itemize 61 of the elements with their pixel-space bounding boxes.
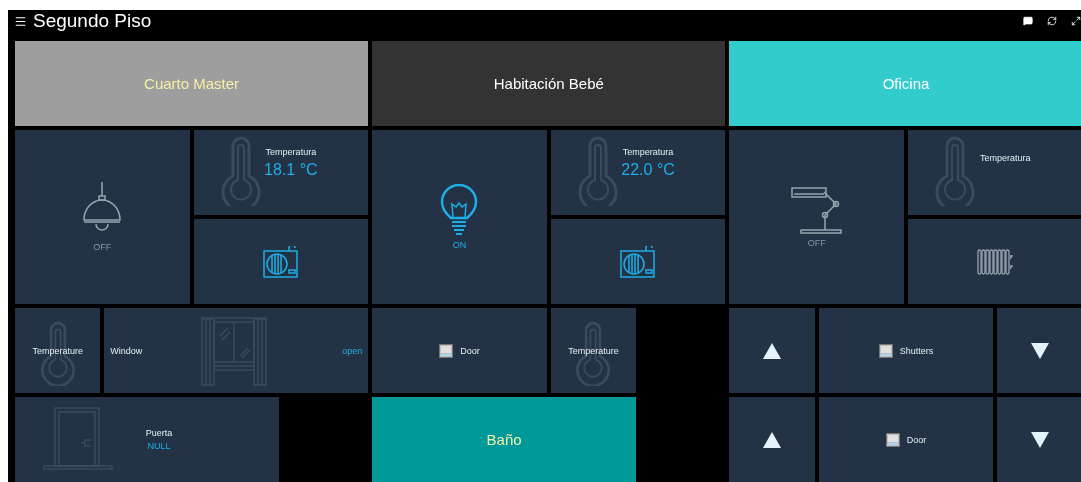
- down-triangle-icon: [1030, 431, 1049, 448]
- down-button[interactable]: [997, 397, 1081, 482]
- door-drawing: [43, 406, 113, 470]
- blind-control-tile[interactable]: Door: [372, 308, 547, 393]
- blind-label: Door: [460, 345, 480, 356]
- fullscreen-icon[interactable]: [1071, 16, 1081, 26]
- climate-tile[interactable]: [193, 219, 369, 304]
- desk-lamp-icon: [790, 186, 843, 234]
- room-name: Habitación Bebé: [493, 75, 604, 92]
- blind-label: Door: [906, 434, 927, 445]
- up-triangle-icon: [763, 342, 781, 359]
- light-bulb-icon: [440, 184, 479, 236]
- light-switch-tile[interactable]: ON: [372, 130, 547, 304]
- temperature-tile[interactable]: Temperature: [15, 308, 101, 393]
- climate-tile[interactable]: [907, 219, 1081, 304]
- door-sensor-tile[interactable]: Puerta NULL: [15, 397, 279, 482]
- room-name: Baño: [486, 431, 522, 448]
- up-button[interactable]: [729, 397, 815, 482]
- chat-icon[interactable]: [1023, 16, 1033, 26]
- temperature-tile[interactable]: Temperatura 22.0 °C: [550, 130, 726, 215]
- room-tile[interactable]: Habitación Bebé: [372, 41, 726, 126]
- up-button[interactable]: [729, 308, 815, 393]
- window-curtain-drawing: [200, 316, 269, 386]
- blind-icon: [885, 432, 900, 447]
- blind-label: Shutters: [899, 345, 934, 356]
- air-conditioner-icon: [262, 245, 299, 278]
- window-label: Window: [110, 345, 143, 356]
- blind-control-tile[interactable]: Shutters: [818, 308, 994, 393]
- temperature-label: Temperature: [32, 345, 83, 356]
- radiator-icon: [977, 247, 1014, 276]
- light-status: ON: [452, 240, 467, 250]
- refresh-icon[interactable]: [1047, 16, 1057, 26]
- window-tile[interactable]: Window open: [104, 308, 369, 393]
- light-status: OFF: [93, 242, 112, 252]
- down-triangle-icon: [1030, 342, 1049, 359]
- temperature-tile[interactable]: Temperatura: [907, 130, 1081, 215]
- room-name: Oficina: [882, 75, 930, 92]
- light-switch-tile[interactable]: OFF: [15, 130, 190, 304]
- temperature-label: Temperatura: [622, 146, 674, 157]
- menu-icon[interactable]: [14, 14, 27, 28]
- temperature-label: Temperature: [568, 345, 619, 356]
- blind-icon: [878, 343, 893, 358]
- room-name: Cuarto Master: [144, 75, 240, 92]
- air-conditioner-icon: [620, 245, 657, 278]
- blind-icon: [439, 343, 454, 358]
- temperature-tile[interactable]: Temperature: [550, 308, 637, 393]
- blind-control-tile[interactable]: Door: [818, 397, 994, 482]
- up-triangle-icon: [763, 431, 781, 448]
- door-label: Puerta: [145, 428, 173, 438]
- climate-tile[interactable]: [550, 219, 726, 304]
- temperature-label: Temperatura: [265, 146, 317, 157]
- page-title: Segundo Piso: [33, 10, 153, 32]
- light-status: OFF: [807, 238, 826, 248]
- temperature-value: 22.0 °C: [621, 160, 675, 179]
- window-status: open: [342, 345, 363, 356]
- door-value: NULL: [147, 441, 171, 451]
- light-switch-tile[interactable]: OFF: [729, 130, 904, 304]
- down-button[interactable]: [997, 308, 1081, 393]
- temperature-label: Temperatura: [980, 152, 1031, 163]
- temperature-value: 18.1 °C: [264, 160, 318, 179]
- temperature-tile[interactable]: Temperatura 18.1 °C: [193, 130, 369, 215]
